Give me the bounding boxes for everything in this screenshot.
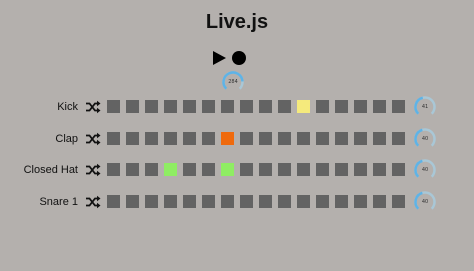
step-pad[interactable] (107, 163, 120, 176)
step-pad[interactable] (278, 163, 291, 176)
step-pad[interactable] (373, 100, 386, 113)
volume-knob[interactable]: 41 (414, 96, 436, 118)
step-pad[interactable] (278, 195, 291, 208)
step-pad[interactable] (183, 163, 196, 176)
app-title: Live.js (205, 11, 269, 33)
tempo-knob[interactable]: 284 (222, 71, 244, 93)
step-pad[interactable] (354, 163, 367, 176)
step-pad[interactable] (259, 163, 272, 176)
volume-value: 41 (421, 104, 429, 110)
step-pad[interactable] (335, 163, 348, 176)
step-pad[interactable] (240, 195, 253, 208)
track-label: Clap (55, 133, 78, 145)
step-pad-active[interactable] (221, 132, 234, 145)
tempo-value: 284 (228, 79, 238, 85)
step-pad[interactable] (183, 132, 196, 145)
step-pad[interactable] (335, 195, 348, 208)
step-pad[interactable] (354, 195, 367, 208)
step-pad-active[interactable] (221, 163, 234, 176)
volume-value: 40 (421, 199, 429, 205)
step-pad[interactable] (278, 132, 291, 145)
step-pad[interactable] (259, 132, 272, 145)
step-pad[interactable] (202, 195, 215, 208)
step-pad[interactable] (202, 163, 215, 176)
step-pad[interactable] (107, 195, 120, 208)
step-pad[interactable] (316, 132, 329, 145)
step-pad[interactable] (164, 100, 177, 113)
step-pad[interactable] (126, 163, 139, 176)
volume-knob[interactable]: 40 (414, 128, 436, 150)
step-pad[interactable] (202, 132, 215, 145)
shuffle-icon[interactable] (86, 100, 101, 114)
track-row: Closed Hat 40 (0, 159, 474, 181)
step-pad[interactable] (335, 132, 348, 145)
step-pad[interactable] (335, 100, 348, 113)
step-pad[interactable] (240, 100, 253, 113)
step-pad-active[interactable] (297, 100, 310, 113)
step-pad[interactable] (145, 132, 158, 145)
step-pad[interactable] (392, 195, 405, 208)
step-pad[interactable] (297, 163, 310, 176)
track-label: Kick (57, 101, 78, 113)
step-pad[interactable] (259, 195, 272, 208)
step-pad[interactable] (221, 100, 234, 113)
step-pad[interactable] (373, 195, 386, 208)
volume-knob[interactable]: 40 (414, 159, 436, 181)
shuffle-icon[interactable] (86, 163, 101, 177)
step-pad[interactable] (183, 100, 196, 113)
step-pad[interactable] (373, 163, 386, 176)
step-pad[interactable] (297, 132, 310, 145)
transport-controls (0, 50, 474, 68)
step-pad[interactable] (183, 195, 196, 208)
track-label: Closed Hat (23, 164, 78, 176)
step-pad[interactable] (392, 163, 405, 176)
track-row: Kick 41 (0, 96, 474, 118)
step-pad[interactable] (354, 132, 367, 145)
step-pad[interactable] (316, 100, 329, 113)
step-pad[interactable] (316, 195, 329, 208)
step-pad[interactable] (278, 100, 291, 113)
step-pad[interactable] (392, 100, 405, 113)
step-pad[interactable] (240, 163, 253, 176)
shuffle-icon[interactable] (86, 195, 101, 209)
step-pad[interactable] (259, 100, 272, 113)
step-pad[interactable] (107, 100, 120, 113)
step-pad[interactable] (202, 100, 215, 113)
step-pad[interactable] (145, 195, 158, 208)
step-pad[interactable] (126, 100, 139, 113)
track-label: Snare 1 (39, 196, 78, 208)
step-pad[interactable] (373, 132, 386, 145)
step-pad[interactable] (126, 132, 139, 145)
step-pad[interactable] (145, 100, 158, 113)
volume-value: 40 (421, 136, 429, 142)
step-pad[interactable] (221, 195, 234, 208)
step-pad[interactable] (107, 132, 120, 145)
shuffle-icon[interactable] (86, 132, 101, 146)
step-pad[interactable] (164, 132, 177, 145)
step-pad[interactable] (164, 195, 177, 208)
step-pad[interactable] (354, 100, 367, 113)
volume-knob[interactable]: 40 (414, 191, 436, 213)
volume-value: 40 (421, 167, 429, 173)
step-pad[interactable] (392, 132, 405, 145)
track-row: Clap 40 (0, 128, 474, 150)
track-row: Snare 1 40 (0, 191, 474, 213)
step-pad-active[interactable] (164, 163, 177, 176)
step-pad[interactable] (297, 195, 310, 208)
step-pad[interactable] (240, 132, 253, 145)
play-icon[interactable] (213, 51, 226, 65)
record-icon[interactable] (232, 51, 246, 65)
step-pad[interactable] (126, 195, 139, 208)
step-pad[interactable] (145, 163, 158, 176)
step-pad[interactable] (316, 163, 329, 176)
